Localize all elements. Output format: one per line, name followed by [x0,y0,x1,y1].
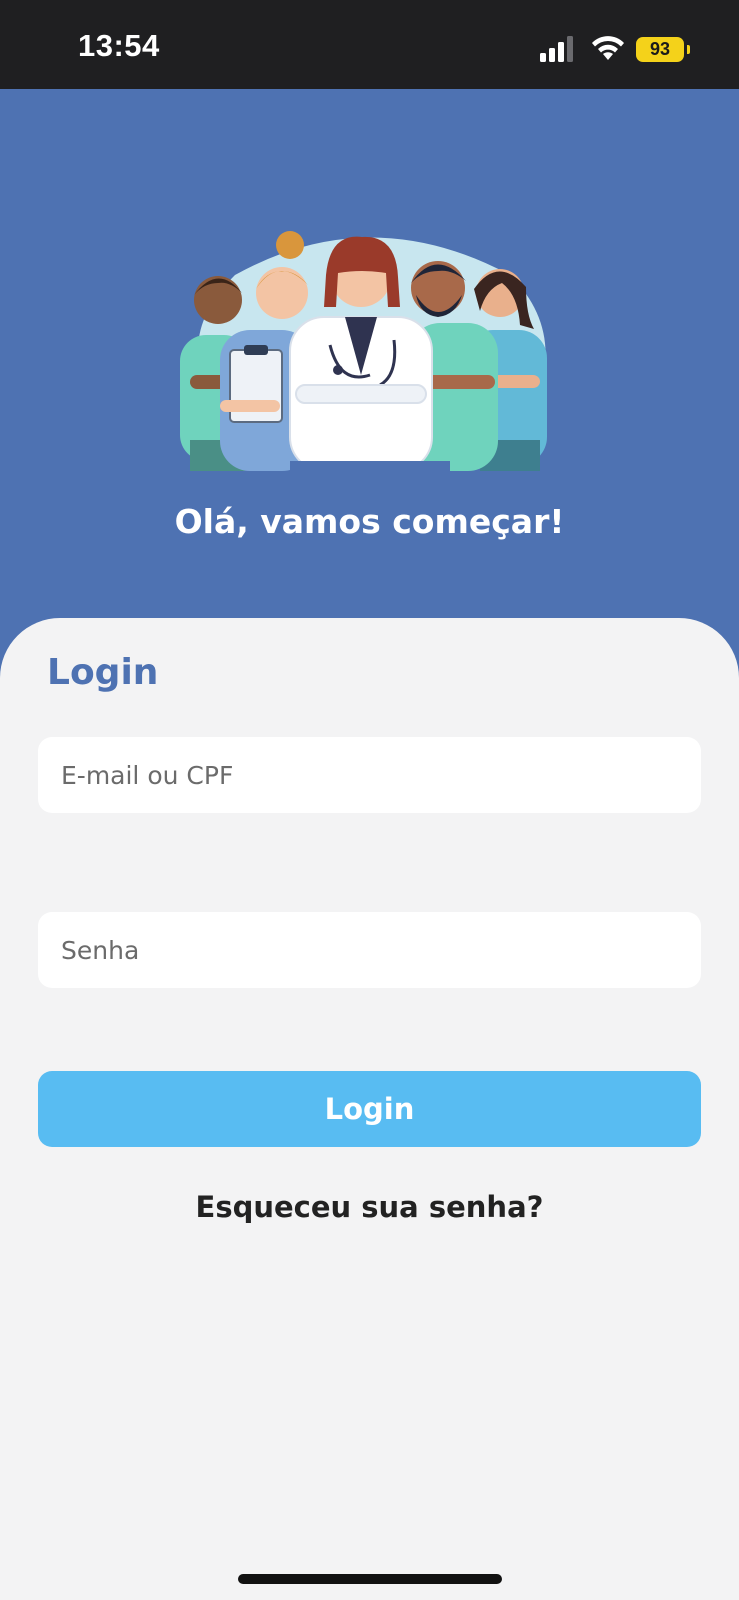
status-bar: 13:54 93 [0,0,739,89]
welcome-title: Olá, vamos começar! [174,502,565,541]
battery-tip [687,45,690,54]
home-indicator[interactable] [238,1574,502,1584]
login-button[interactable]: Login [38,1071,701,1147]
status-time: 13:54 [78,28,160,63]
login-heading: Login [47,652,159,693]
battery-icon: 93 [636,37,684,62]
battery-level: 93 [649,39,671,59]
signal-icon [540,36,573,62]
email-field[interactable] [38,737,701,813]
wifi-icon [592,36,624,60]
password-field[interactable] [38,912,701,988]
forgot-password-link[interactable]: Esqueceu sua senha? [0,1190,739,1224]
medical-team-illustration [180,231,547,471]
